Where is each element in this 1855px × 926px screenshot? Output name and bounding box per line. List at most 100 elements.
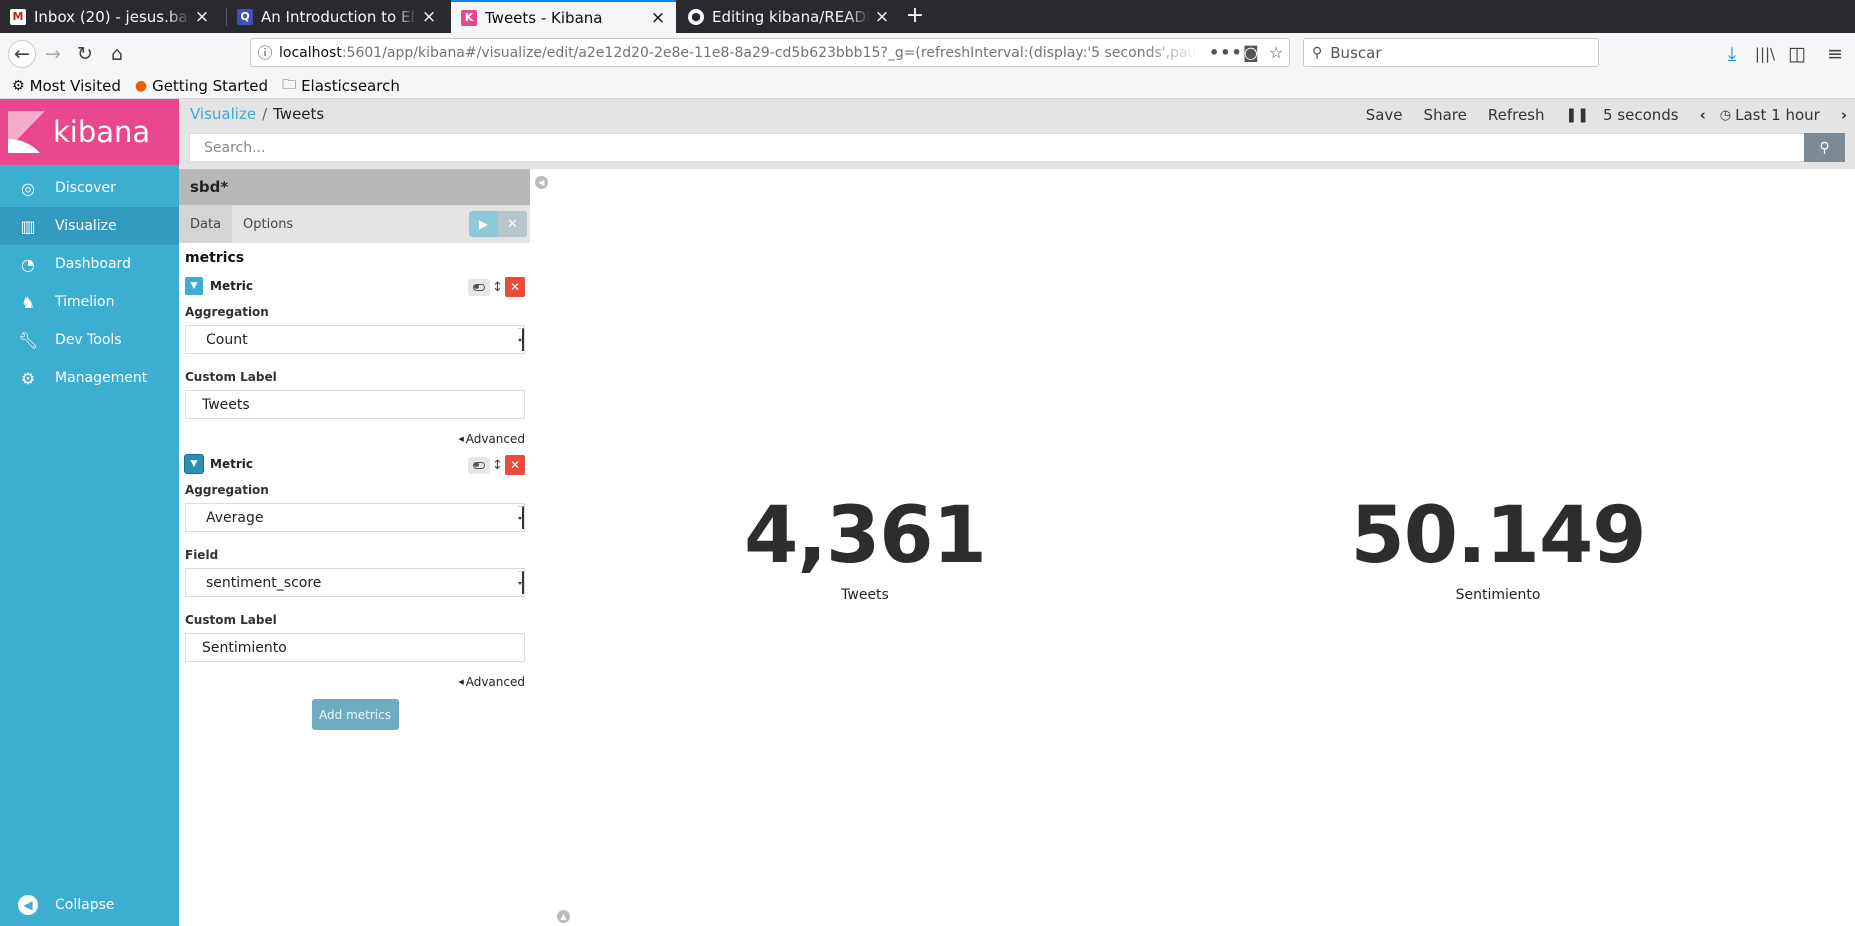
metric-visualization: 4,361 Tweets 50.149 Sentimiento xyxy=(548,169,1855,926)
kibana-icon: K xyxy=(461,9,477,26)
arrow-left-icon: ← xyxy=(14,43,30,65)
field-value: sentiment_score xyxy=(206,574,322,591)
firefox-icon: ● xyxy=(134,77,148,94)
browser-tab-elastic[interactable]: Q An Introduction to Elast × xyxy=(227,0,447,33)
star-icon[interactable]: ☆ xyxy=(1269,43,1283,62)
aggregation-value: Count xyxy=(206,331,248,348)
nav-item-discover[interactable]: ◎ Discover xyxy=(0,169,179,207)
timelion-icon: ♞ xyxy=(20,292,36,312)
nav-item-timelion[interactable]: ♞ Timelion xyxy=(0,283,179,321)
close-icon[interactable]: × xyxy=(194,7,210,27)
nav-label: Dashboard xyxy=(55,256,131,272)
close-icon: ✕ xyxy=(509,280,521,294)
chevron-left-icon[interactable]: ‹ xyxy=(1700,106,1706,124)
custom-label-input[interactable]: Tweets xyxy=(185,390,525,419)
caret-right-icon: ◀ xyxy=(458,435,464,443)
toggle-agg-button[interactable] xyxy=(468,456,490,474)
collapse-editor-icon[interactable]: ◀ xyxy=(535,176,548,189)
close-icon[interactable]: × xyxy=(874,7,890,27)
browser-search-bar[interactable]: ⚲ Buscar xyxy=(1303,38,1599,67)
metric-sentimiento: 50.149 Sentimiento xyxy=(1278,491,1718,603)
remove-agg-button[interactable]: ✕ xyxy=(505,455,525,475)
query-search-input[interactable]: Search... xyxy=(189,133,1805,162)
kibana-logo[interactable]: kibana xyxy=(0,99,179,165)
select-caret-icon xyxy=(518,506,524,529)
editor-body: metrics ▼ Metric ↕ ✕ Aggregation Count C… xyxy=(184,243,525,730)
library-button[interactable]: |||\ xyxy=(1753,42,1777,66)
query-search-placeholder: Search... xyxy=(204,139,266,156)
query-submit-button[interactable]: ⚲ xyxy=(1804,133,1845,162)
tab-options[interactable]: Options xyxy=(232,205,304,243)
forward-button[interactable]: → xyxy=(41,42,65,66)
metric-label: Sentimiento xyxy=(1455,587,1541,603)
refresh-button[interactable]: Refresh xyxy=(1488,106,1545,124)
close-icon[interactable]: × xyxy=(650,8,666,28)
bar-chart-icon: ▥ xyxy=(20,216,36,236)
sidebar-button[interactable]: ◫ xyxy=(1785,42,1809,66)
custom-label-input[interactable]: Sentimiento xyxy=(185,633,525,662)
select-caret-icon xyxy=(518,571,524,594)
remove-agg-button[interactable]: ✕ xyxy=(505,277,525,297)
chevron-down-icon[interactable]: ▼ xyxy=(184,454,204,474)
breadcrumb-visualize-link[interactable]: Visualize xyxy=(190,105,256,123)
url-bar[interactable]: ⓘ localhost:5601/app/kibana#/visualize/e… xyxy=(250,38,1290,67)
reload-button[interactable]: ↻ xyxy=(73,42,97,66)
collapse-button[interactable]: ◀ Collapse xyxy=(0,886,179,924)
nav-item-visualize[interactable]: ▥ Visualize xyxy=(0,207,179,245)
pocket-icon[interactable]: ◙ xyxy=(1243,43,1259,62)
drag-handle-icon[interactable]: ↕ xyxy=(490,458,505,473)
share-button[interactable]: Share xyxy=(1424,106,1467,124)
new-tab-button[interactable]: + xyxy=(904,0,926,33)
tab-data[interactable]: Data xyxy=(179,205,233,243)
gear-icon: ⚙ xyxy=(12,77,25,94)
q-icon: Q xyxy=(237,8,253,25)
custom-label-value: Sentimiento xyxy=(202,639,287,656)
save-button[interactable]: Save xyxy=(1366,106,1403,124)
nav-item-dashboard[interactable]: ◔ Dashboard xyxy=(0,245,179,283)
nav-item-management[interactable]: ⚙ Management xyxy=(0,359,179,397)
discard-changes-button[interactable]: ✕ xyxy=(498,211,527,237)
bookmark-getting-started[interactable]: ● Getting Started xyxy=(135,77,268,95)
drag-handle-icon[interactable]: ↕ xyxy=(490,280,505,295)
add-metrics-button[interactable]: Add metrics xyxy=(311,699,399,730)
metric-tweets: 4,361 Tweets xyxy=(645,491,1085,603)
gear-icon: ⚙ xyxy=(20,368,36,388)
nav-label: Dev Tools xyxy=(55,332,122,348)
info-icon[interactable]: ⓘ xyxy=(251,42,279,63)
metric-agg-controls: ↕ ✕ xyxy=(468,455,525,475)
bookmark-elasticsearch[interactable]: 🗀 Elasticsearch xyxy=(282,74,400,98)
toggle-icon xyxy=(473,461,485,469)
browser-tab-gmail[interactable]: M Inbox (20) - jesus.barrera × xyxy=(0,0,220,33)
browser-tab-github[interactable]: ● Editing kibana/README × xyxy=(678,0,900,33)
search-icon: ⚲ xyxy=(1819,139,1830,156)
aggregation-select[interactable]: Average xyxy=(185,503,525,532)
aggregation-value: Average xyxy=(206,509,264,526)
close-icon[interactable]: × xyxy=(421,7,437,27)
play-icon: ▶ xyxy=(478,217,489,231)
pause-icon[interactable]: ❚❚ xyxy=(1566,107,1589,123)
menu-button[interactable]: ≡ xyxy=(1823,42,1847,66)
bookmark-label: Most Visited xyxy=(29,76,121,95)
back-button[interactable]: ← xyxy=(8,40,36,68)
page-actions-icon[interactable]: ••• xyxy=(1209,43,1243,62)
field-select[interactable]: sentiment_score xyxy=(185,568,525,597)
apply-changes-button[interactable]: ▶ xyxy=(469,211,498,237)
home-button[interactable]: ⌂ xyxy=(105,42,129,66)
tab-title: An Introduction to Elast xyxy=(261,7,417,26)
bookmark-most-visited[interactable]: ⚙ Most Visited xyxy=(12,77,121,95)
collapse-label: Collapse xyxy=(55,897,115,913)
home-icon: ⌂ xyxy=(110,43,124,65)
refresh-interval-button[interactable]: 5 seconds xyxy=(1603,106,1679,124)
bookmark-label: Getting Started xyxy=(152,76,269,95)
chevron-right-icon[interactable]: › xyxy=(1841,106,1847,124)
browser-tab-kibana[interactable]: K Tweets - Kibana × xyxy=(451,0,676,33)
advanced-toggle[interactable]: ◀ Advanced xyxy=(185,430,525,448)
time-picker-button[interactable]: Last 1 hour xyxy=(1735,106,1820,124)
nav-item-dev-tools[interactable]: 🔧︎ Dev Tools xyxy=(0,321,179,359)
aggregation-select[interactable]: Count xyxy=(185,325,525,354)
library-icon: |||\ xyxy=(1754,45,1776,63)
chevron-down-icon[interactable]: ▼ xyxy=(185,277,203,295)
advanced-toggle[interactable]: ◀ Advanced xyxy=(185,673,525,691)
toggle-agg-button[interactable] xyxy=(468,278,490,296)
downloads-button[interactable]: ⤓ xyxy=(1720,42,1744,66)
